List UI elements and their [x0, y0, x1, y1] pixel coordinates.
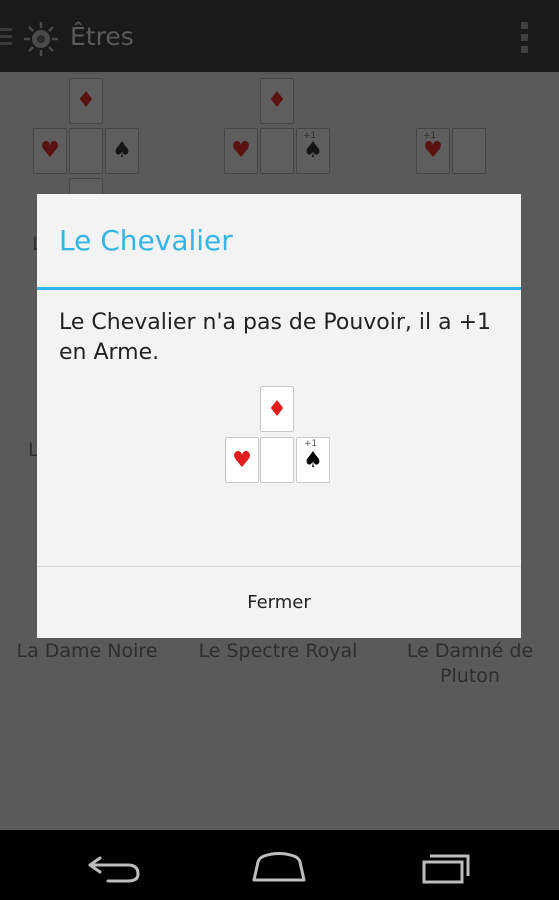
diamond-icon: ♦: [76, 88, 96, 113]
overflow-menu-icon[interactable]: [521, 22, 529, 54]
card-center: [452, 128, 486, 174]
card-left: ♥: [225, 437, 259, 483]
creature-label-damne-pluton[interactable]: Le Damné de Pluton: [400, 639, 540, 689]
dialog-message: Le Chevalier n'a pas de Pouvoir, il a +1…: [59, 310, 492, 365]
card-left: ♥: [224, 128, 258, 174]
drawer-indicator-icon[interactable]: [0, 28, 12, 48]
creature-dialog: Le Chevalier Le Chevalier n'a pas de Pou…: [37, 194, 521, 638]
app-title: Êtres: [70, 22, 134, 51]
home-icon[interactable]: [244, 848, 314, 884]
card-left: +1 ♥: [416, 128, 450, 174]
card-top: ♦: [69, 78, 103, 124]
navigation-bar: [0, 830, 559, 900]
heart-icon: ♥: [232, 448, 252, 473]
heart-icon: ♥: [423, 138, 443, 163]
card-right: +1 ♠: [296, 437, 330, 483]
back-icon[interactable]: [80, 848, 150, 884]
heart-icon: ♥: [40, 138, 60, 163]
diamond-icon: ♦: [267, 397, 287, 422]
card-center: [260, 437, 294, 483]
card-right: ♠: [105, 128, 139, 174]
card-top: ♦: [260, 386, 294, 432]
creature-label-spectre-royal[interactable]: Le Spectre Royal: [190, 639, 366, 664]
creature-label-dame-noire[interactable]: La Dame Noire: [8, 639, 166, 664]
spade-icon: ♠: [112, 138, 132, 163]
card-left: ♥: [33, 128, 67, 174]
spade-icon: ♠: [303, 448, 323, 473]
close-button[interactable]: Fermer: [37, 567, 521, 638]
app-logo-icon[interactable]: [22, 20, 60, 58]
heart-icon: ♥: [231, 138, 251, 163]
diamond-icon: ♦: [267, 88, 287, 113]
spade-icon: ♠: [303, 138, 323, 163]
dialog-title: Le Chevalier: [59, 224, 233, 257]
card-center: [260, 128, 294, 174]
action-bar: Êtres: [0, 0, 559, 72]
card-right: +1 ♠: [296, 128, 330, 174]
card-top: ♦: [260, 78, 294, 124]
dialog-title-divider: [37, 287, 521, 290]
recent-apps-icon[interactable]: [410, 848, 480, 884]
card-center: [69, 128, 103, 174]
